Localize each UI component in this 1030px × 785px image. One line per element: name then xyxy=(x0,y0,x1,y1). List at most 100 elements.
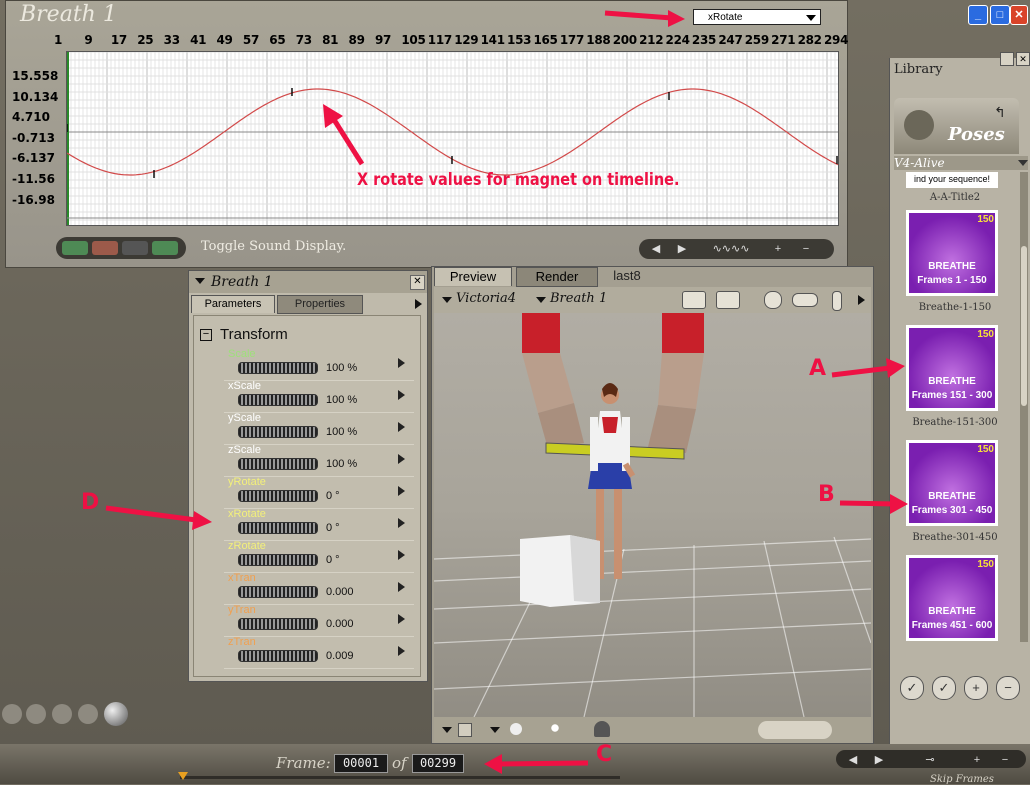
timeline-playhead-icon[interactable] xyxy=(178,772,188,780)
param-dial[interactable] xyxy=(238,650,318,662)
prev-frame-icon[interactable]: ◀ xyxy=(842,752,864,768)
param-dial[interactable] xyxy=(238,426,318,438)
tab-last8[interactable]: last8 xyxy=(602,267,652,285)
param-dial[interactable] xyxy=(238,586,318,598)
param-value[interactable]: 100 % xyxy=(326,458,357,470)
param-dial[interactable] xyxy=(238,394,318,406)
remove-keyframe-icon[interactable]: − xyxy=(994,752,1016,768)
param-menu-arrow-icon[interactable] xyxy=(398,614,405,624)
close-icon[interactable]: ✕ xyxy=(1010,5,1028,25)
param-value[interactable]: 100 % xyxy=(326,394,357,406)
poses-category-header[interactable]: Poses ↰ xyxy=(894,98,1019,154)
collapse-toggle[interactable]: − xyxy=(200,329,212,341)
key-icon[interactable]: ⊸ xyxy=(900,752,960,768)
param-menu-arrow-icon[interactable] xyxy=(398,550,405,560)
pose-thumbnail[interactable]: 150 BREATHE Frames 151 - 300 xyxy=(906,325,998,411)
camera-icon[interactable] xyxy=(682,291,706,309)
pose-thumbnail[interactable]: 150 BREATHE Frames 451 - 600 xyxy=(906,555,998,641)
back-arrow-icon[interactable]: ↰ xyxy=(994,104,1006,121)
current-frame-field[interactable]: 00001 xyxy=(334,754,388,773)
apply-check-icon[interactable]: ✓ xyxy=(900,676,924,700)
library-item[interactable]: 150 BREATHE Frames 451 - 600 xyxy=(898,555,1012,647)
viewport-menu-arrow-icon[interactable] xyxy=(858,295,865,305)
chevron-down-icon[interactable] xyxy=(536,297,546,303)
move-icon[interactable] xyxy=(792,293,818,307)
chevron-down-icon[interactable] xyxy=(442,727,452,733)
tab-render[interactable]: Render xyxy=(516,267,598,287)
graph-area[interactable] xyxy=(66,51,839,226)
param-dial[interactable] xyxy=(238,458,318,470)
break-spline-button[interactable] xyxy=(152,241,178,255)
param-menu-arrow-icon[interactable] xyxy=(398,646,405,656)
param-value[interactable]: 100 % xyxy=(326,426,357,438)
prev-key-icon[interactable]: ◀ xyxy=(645,241,667,257)
param-menu-arrow-icon[interactable] xyxy=(398,422,405,432)
add-icon[interactable]: + xyxy=(964,676,988,700)
apply-double-check-icon[interactable]: ✓ xyxy=(932,676,956,700)
rotate-icon[interactable] xyxy=(764,291,782,309)
chevron-down-icon[interactable] xyxy=(442,297,452,303)
linear-interp-button[interactable] xyxy=(92,241,118,255)
param-value[interactable]: 0 ° xyxy=(326,554,340,566)
tab-properties[interactable]: Properties xyxy=(277,295,363,314)
delete-key-icon[interactable]: − xyxy=(795,241,817,257)
close-icon[interactable]: ✕ xyxy=(1016,52,1030,66)
pose-thumbnail[interactable]: 150 BREATHE Frames 301 - 450 xyxy=(906,440,998,526)
library-item[interactable]: 150 BREATHE Frames 301 - 450 Breathe-301-45… xyxy=(898,440,1012,550)
viewport-nav-pill[interactable] xyxy=(758,721,832,739)
tab-scroll-arrow-icon[interactable] xyxy=(415,299,422,309)
library-scrollbar[interactable] xyxy=(1020,172,1028,642)
param-value[interactable]: 0.009 xyxy=(326,650,354,662)
library-category-select[interactable]: V4-Alive xyxy=(894,156,1028,170)
sound-wave-icon[interactable]: ∿∿∿∿ xyxy=(701,241,761,257)
hand-icon[interactable] xyxy=(832,291,842,311)
param-value[interactable]: 0.000 xyxy=(326,586,354,598)
param-menu-arrow-icon[interactable] xyxy=(398,518,405,528)
library-item-partial[interactable]: ind your sequence! xyxy=(906,172,998,188)
param-menu-arrow-icon[interactable] xyxy=(398,486,405,496)
square-tool-icon[interactable] xyxy=(458,723,472,737)
3d-scene[interactable] xyxy=(434,313,871,717)
param-menu-arrow-icon[interactable] xyxy=(398,454,405,464)
library-item[interactable]: 150 BREATHE Frames 1 - 150 Breathe-1-150 xyxy=(898,210,1012,320)
sphere-icon[interactable] xyxy=(104,702,128,726)
param-dial[interactable] xyxy=(238,522,318,534)
minimize-icon[interactable]: _ xyxy=(968,5,988,25)
figure-select[interactable]: Victoria4 xyxy=(456,291,516,306)
parameter-select[interactable]: xRotate xyxy=(693,9,821,25)
frame-ruler[interactable]: 1 9 17 25 33 41 49 57 65 73 81 89 97 105 117 129 141 153 1… xyxy=(48,33,848,49)
library-item[interactable]: 150 BREATHE Frames 151 - 300 Breathe-151-30… xyxy=(898,325,1012,435)
next-key-icon[interactable]: ▶ xyxy=(671,241,693,257)
param-value[interactable]: 0 ° xyxy=(326,522,340,534)
param-dial[interactable] xyxy=(238,618,318,630)
curve-graph[interactable] xyxy=(67,52,838,225)
param-value[interactable]: 0.000 xyxy=(326,618,354,630)
actor-select[interactable]: Breath 1 xyxy=(550,291,607,306)
tab-parameters[interactable]: Parameters xyxy=(191,295,275,313)
param-value[interactable]: 100 % xyxy=(326,362,357,374)
add-key-icon[interactable]: + xyxy=(767,241,789,257)
maximize-icon[interactable]: □ xyxy=(990,5,1010,25)
close-icon[interactable]: ✕ xyxy=(410,275,425,290)
param-menu-arrow-icon[interactable] xyxy=(398,390,405,400)
next-frame-icon[interactable]: ▶ xyxy=(868,752,890,768)
tab-preview[interactable]: Preview xyxy=(434,267,512,286)
panel-pin-icon[interactable] xyxy=(1000,52,1014,66)
pose-thumbnail[interactable]: 150 BREATHE Frames 1 - 150 xyxy=(906,210,998,296)
add-keyframe-icon[interactable]: + xyxy=(966,752,988,768)
param-menu-arrow-icon[interactable] xyxy=(398,358,405,368)
param-dial[interactable] xyxy=(238,554,318,566)
constant-interp-button[interactable] xyxy=(122,241,148,255)
panel-menu-icon[interactable] xyxy=(195,278,205,284)
param-menu-arrow-icon[interactable] xyxy=(398,582,405,592)
spheres-icon[interactable] xyxy=(546,721,564,735)
param-dial[interactable] xyxy=(238,362,318,374)
spline-interp-button[interactable] xyxy=(62,241,88,255)
total-frames-field[interactable]: 00299 xyxy=(412,754,464,773)
library-scroll-thumb[interactable] xyxy=(1021,246,1027,406)
param-value[interactable]: 0 ° xyxy=(326,490,340,502)
chevron-down-icon[interactable] xyxy=(490,727,500,733)
param-dial[interactable] xyxy=(238,490,318,502)
sphere-icon[interactable] xyxy=(510,723,522,735)
timeline-scrubber-track[interactable] xyxy=(180,776,620,779)
